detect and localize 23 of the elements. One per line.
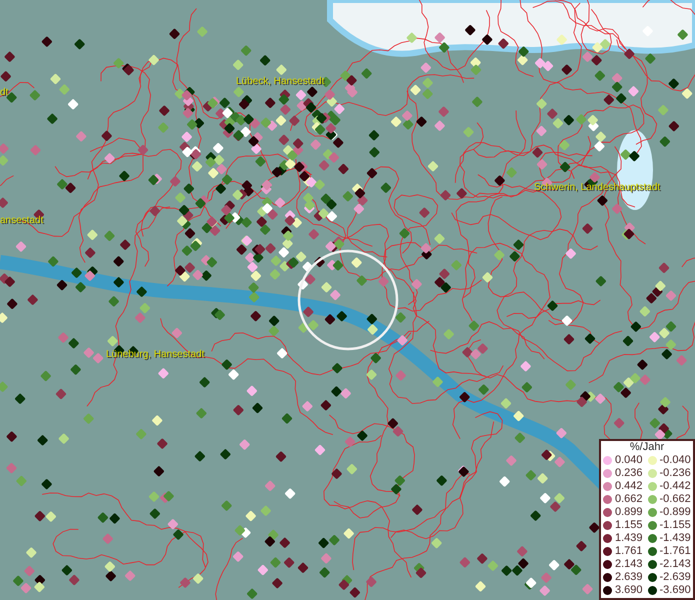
legend-label: -2.143 [660, 559, 691, 570]
legend-label: 2.143 [615, 559, 643, 570]
legend-label: -0.662 [660, 494, 691, 505]
legend-label: -3.690 [660, 585, 691, 596]
legend-label: 0.040 [615, 455, 643, 466]
legend-label: -0.236 [660, 468, 691, 479]
legend-label: -1.761 [660, 546, 691, 557]
legend-label: 3.690 [615, 585, 643, 596]
legend-label: 1.439 [615, 533, 643, 544]
legend-label: -0.040 [660, 455, 691, 466]
legend-label: 0.236 [615, 468, 643, 479]
legend-label: 2.639 [615, 572, 643, 583]
legend-title: %/Jahr [628, 441, 666, 454]
legend-label: -0.442 [660, 481, 691, 492]
legend-label: -0.899 [660, 507, 691, 518]
legend-label: -1.439 [660, 533, 691, 544]
legend-label: 1.155 [615, 520, 643, 531]
legend-label: -2.639 [660, 572, 691, 583]
legend-label: 0.899 [615, 507, 643, 518]
legend-label: 0.662 [615, 494, 643, 505]
legend-label: 1.761 [615, 546, 643, 557]
legend-label: 0.442 [615, 481, 643, 492]
legend-label: -1.155 [660, 520, 691, 531]
